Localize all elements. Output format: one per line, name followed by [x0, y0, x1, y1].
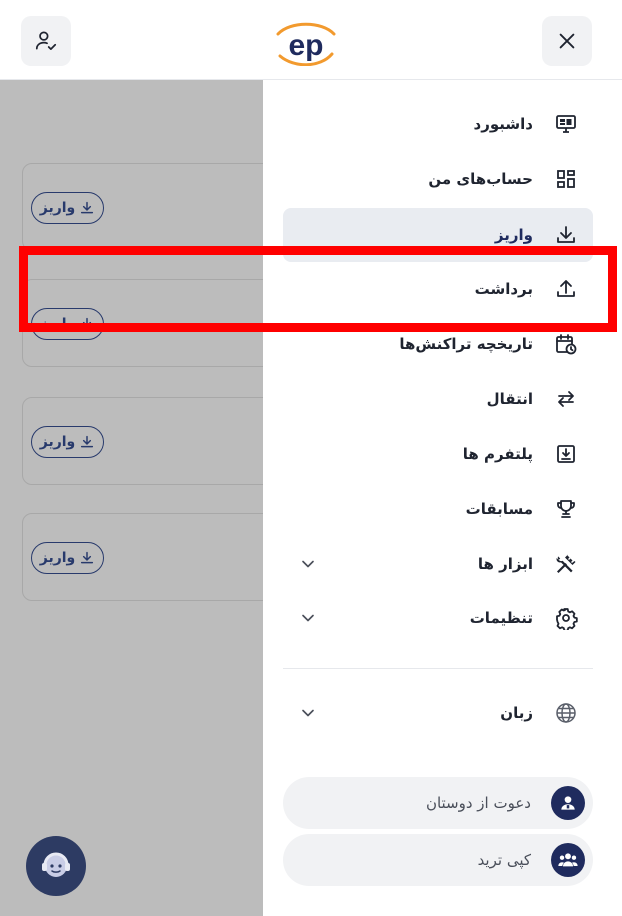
side-drawer: داشبورد حساب‌های من واریز برداشت تاریخچه… — [263, 80, 622, 916]
menu-item-label: حساب‌های من — [428, 170, 533, 188]
menu-item-label: واریز — [494, 226, 533, 244]
user-check-icon — [35, 31, 57, 50]
chevron-down-icon[interactable] — [297, 553, 319, 575]
trophy-icon — [553, 496, 579, 522]
menu-item-label: تنظیمات — [469, 609, 533, 627]
deposit-label: واریز — [39, 550, 76, 566]
chevron-down-icon[interactable] — [297, 702, 319, 724]
menu-item-label: تاریخچه تراکنش‌ها — [399, 335, 533, 353]
top-header: ep — [0, 0, 622, 80]
tools-icon — [553, 551, 579, 577]
menu-item-platforms[interactable]: پلتفرم ها — [283, 427, 593, 481]
deposit-label: واریز — [39, 200, 76, 216]
invite-user-icon — [551, 786, 585, 820]
account-card: واریز — [22, 163, 263, 251]
gear-icon — [553, 605, 579, 631]
account-card: واریز — [22, 513, 263, 601]
background-overlay[interactable]: واریز واریز واریز واریز — [0, 80, 263, 916]
copy-trade-button[interactable]: کپی ترید — [283, 834, 593, 886]
menu-item-label: انتقال — [486, 390, 533, 408]
download-icon — [553, 222, 579, 248]
chevron-down-icon[interactable] — [297, 607, 319, 629]
download-icon — [81, 201, 94, 214]
menu-item-label: پلتفرم ها — [462, 445, 533, 463]
close-icon — [559, 33, 575, 49]
platform-download-icon — [553, 441, 579, 467]
menu-item-label: ابزار ها — [477, 555, 533, 573]
deposit-label: واریز — [39, 434, 76, 450]
grid-icon — [553, 166, 579, 192]
support-agent-icon — [42, 852, 70, 877]
download-icon — [81, 435, 94, 448]
monitor-icon — [553, 111, 579, 137]
support-chat-button[interactable] — [26, 836, 86, 896]
globe-icon — [553, 700, 579, 726]
deposit-button[interactable]: واریز — [31, 192, 104, 224]
profile-button[interactable] — [21, 16, 71, 66]
copy-trade-label: کپی ترید — [477, 851, 531, 869]
menu-item-label: داشبورد — [473, 115, 533, 133]
menu-item-transfer[interactable]: انتقال — [283, 372, 593, 426]
menu-item-language[interactable]: زبان — [283, 686, 593, 740]
menu-item-tools[interactable]: ابزار ها — [283, 537, 593, 591]
brand-logo[interactable]: ep — [270, 18, 342, 67]
menu-item-label: مسابقات — [465, 500, 533, 518]
invite-friends-label: دعوت از دوستان — [425, 794, 531, 812]
menu-divider — [283, 668, 593, 669]
deposit-button[interactable]: واریز — [31, 426, 104, 458]
account-card: واریز — [22, 397, 263, 485]
menu-item-my-accounts[interactable]: حساب‌های من — [283, 152, 593, 206]
highlight-frame — [19, 246, 617, 332]
menu-item-settings[interactable]: تنظیمات — [283, 591, 593, 645]
menu-item-label: زبان — [500, 704, 533, 722]
transfer-icon — [553, 386, 579, 412]
calendar-clock-icon — [553, 331, 579, 357]
logo-text: ep — [288, 29, 323, 62]
invite-friends-button[interactable]: دعوت از دوستان — [283, 777, 593, 829]
deposit-button[interactable]: واریز — [31, 542, 104, 574]
menu-item-competitions[interactable]: مسابقات — [283, 482, 593, 536]
group-icon — [551, 843, 585, 877]
download-icon — [81, 551, 94, 564]
menu-item-dashboard[interactable]: داشبورد — [283, 97, 593, 151]
close-button[interactable] — [542, 16, 592, 66]
